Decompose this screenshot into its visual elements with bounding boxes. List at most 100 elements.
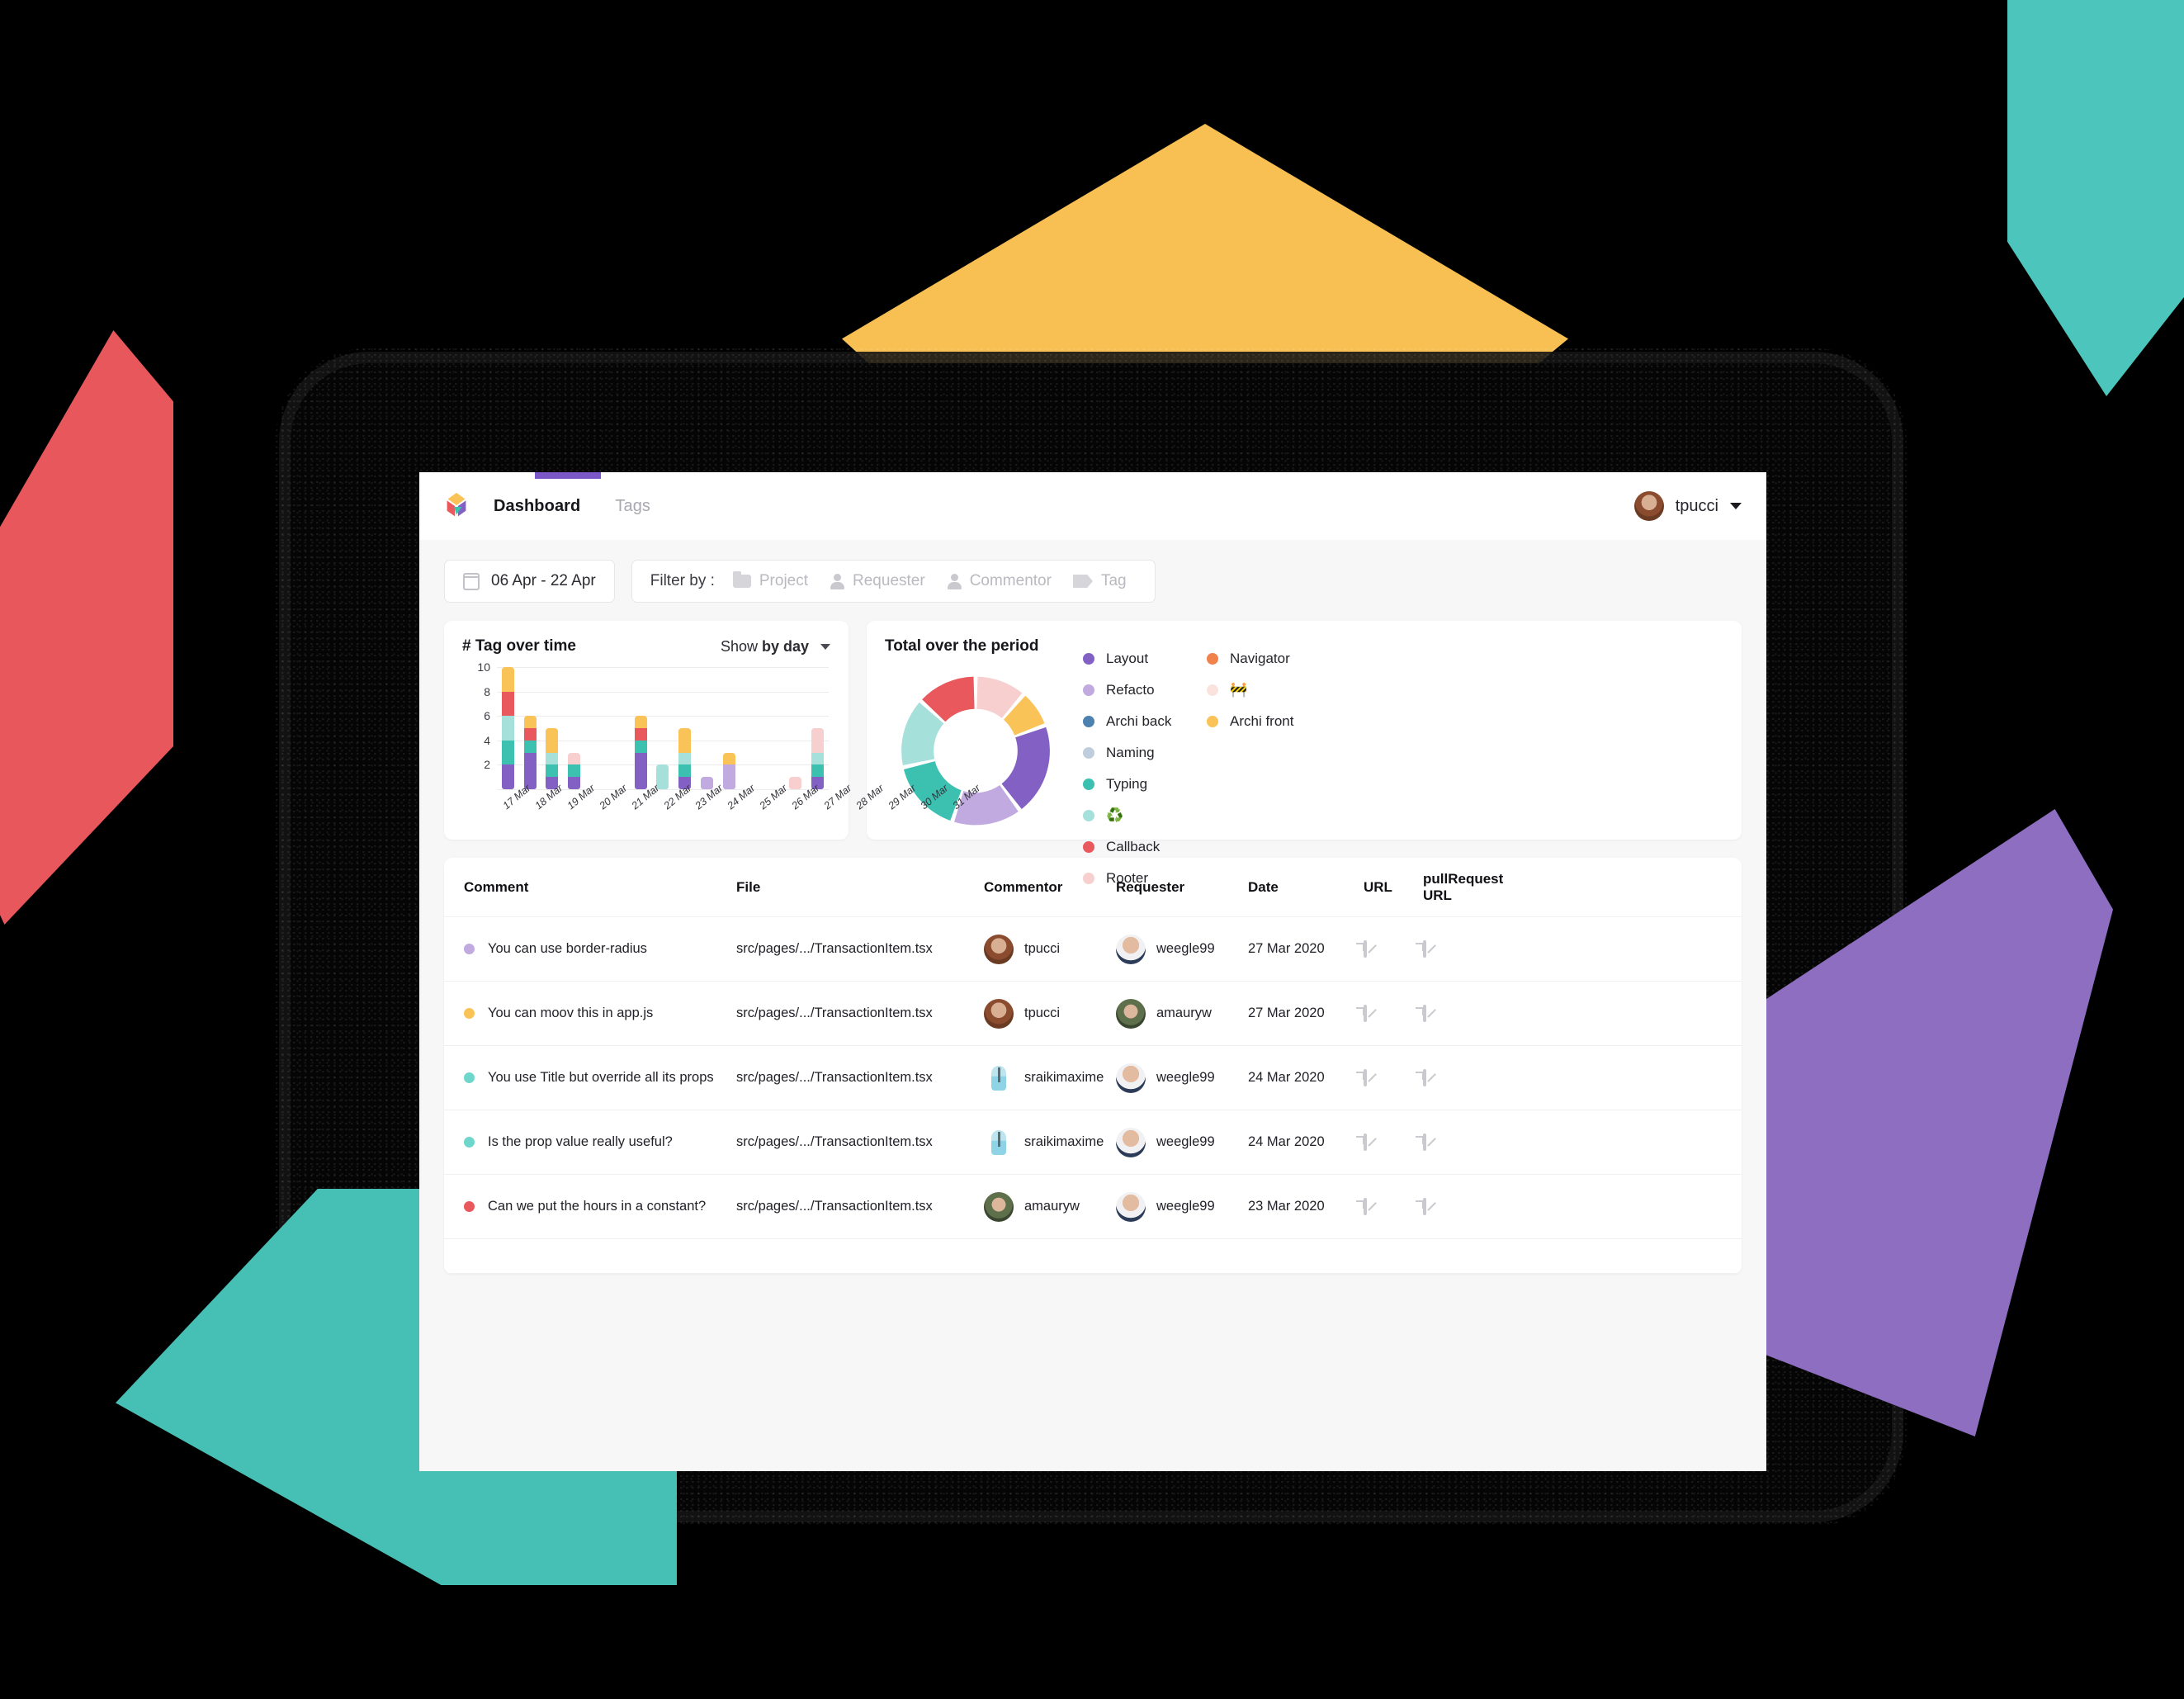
bar-slot[interactable] [696,667,718,789]
avatar [1116,1191,1146,1222]
filter-chip-requester[interactable]: Requester [830,572,925,590]
table-row[interactable]: You can moov this in app.js src/pages/..… [444,982,1742,1046]
stacked-bar[interactable] [656,764,669,789]
bar-segment [678,764,692,778]
cell-requester: amauryw [1116,998,1248,1029]
legend-item[interactable]: Naming [1083,745,1207,761]
show-by-dropdown[interactable]: Show by day [721,638,830,655]
external-link-icon[interactable] [1364,1197,1367,1215]
calendar-icon [463,572,480,590]
stacked-bar[interactable] [678,728,692,789]
table-row[interactable]: Is the prop value really useful? src/pag… [444,1110,1742,1175]
table-row[interactable]: You use Title but override all its props… [444,1046,1742,1110]
donut-svg [901,676,1050,826]
stacked-bar[interactable] [546,728,559,789]
filter-chip-tag[interactable]: Tag [1072,572,1127,590]
bar-slot[interactable] [541,667,564,789]
date-range-value: 06 Apr - 22 Apr [491,572,596,589]
donut-slice[interactable] [1001,726,1050,810]
bar-slot[interactable] [740,667,763,789]
table-row[interactable]: You can use border-radius src/pages/.../… [444,917,1742,982]
legend-item[interactable]: Callback [1083,839,1207,855]
bar-slot[interactable] [585,667,607,789]
legend-item[interactable]: Refacto [1083,682,1207,698]
legend-label: Archi back [1106,713,1172,729]
y-axis-tick: 8 [484,684,490,698]
bar-segment [523,740,537,753]
legend-color-dot [1083,747,1094,759]
legend-color-dot [1083,841,1094,853]
show-by-label: Show by day [720,637,809,655]
nav-item-dashboard[interactable]: Dashboard [494,497,580,516]
bar-segment [501,667,514,692]
avatar [984,1062,1014,1093]
cell-commentor: tpucci [984,934,1116,964]
legend-spacer [1207,776,1331,793]
bar-slot[interactable] [718,667,740,789]
bar-slot[interactable] [806,667,829,789]
external-link-icon[interactable] [1423,1197,1426,1215]
legend-color-dot [1083,716,1094,727]
bar-slot[interactable] [784,667,806,789]
bar-slot[interactable] [674,667,696,789]
date-range-picker[interactable]: 06 Apr - 22 Apr [444,560,615,603]
stacked-bar[interactable] [811,728,825,789]
filter-chip-commentor[interactable]: Commentor [947,572,1052,590]
column-header-pr-url: pullRequest URL [1423,870,1504,903]
bar-slot[interactable] [607,667,630,789]
external-link-icon[interactable] [1364,1133,1367,1151]
bar-segment [722,764,735,789]
external-link-icon[interactable] [1364,939,1367,958]
bar-segment [501,716,514,741]
bar-slot[interactable] [563,667,585,789]
stacked-bar[interactable] [523,716,537,789]
legend-item[interactable]: Typing [1083,776,1207,793]
external-link-icon[interactable] [1364,1068,1367,1086]
external-link-icon[interactable] [1364,1004,1367,1022]
stacked-bar[interactable] [568,752,581,789]
bar-slot[interactable] [630,667,652,789]
bar-slot[interactable] [519,667,541,789]
legend-item[interactable]: 🚧 [1207,682,1331,698]
external-link-icon[interactable] [1423,1133,1426,1151]
external-link-icon[interactable] [1423,1068,1426,1086]
x-axis-slot: 31 Mar [947,782,982,812]
cell-comment: You use Title but override all its props [464,1070,736,1086]
legend-item[interactable]: ♻️ [1083,807,1207,824]
external-link-icon[interactable] [1423,1004,1426,1022]
bar-slot[interactable] [763,667,785,789]
legend-color-dot [1207,716,1218,727]
user-menu[interactable]: tpucci [1633,491,1742,521]
legend-item[interactable]: Navigator [1207,651,1331,667]
nav-item-tags[interactable]: Tags [615,497,650,516]
legend-item[interactable]: Archi back [1083,713,1207,730]
cell-url [1364,1197,1423,1215]
filter-by-label: Filter by : [650,572,715,589]
bar-slot[interactable] [497,667,519,789]
table-row-partial [444,1239,1742,1274]
cell-file: src/pages/.../TransactionItem.tsx [736,1199,933,1214]
bar-segment [634,752,647,789]
comments-table: Comment File Commentor Requester Date UR… [444,858,1742,1274]
legend-label: Naming [1106,745,1155,760]
table-row[interactable]: Can we put the hours in a constant? src/… [444,1175,1742,1239]
legend-label: 🚧 [1230,682,1248,698]
tag-color-dot [464,1008,475,1019]
requester-name: amauryw [1156,1006,1212,1020]
cell-file: src/pages/.../TransactionItem.tsx [736,941,933,956]
person-icon [830,574,845,589]
stacked-bar[interactable] [722,752,735,789]
external-link-icon[interactable] [1423,939,1426,958]
bar-segment [523,728,537,741]
filter-chip-project[interactable]: Project [732,571,808,590]
legend-item[interactable]: Layout [1083,651,1207,667]
legend-item[interactable]: Archi front [1207,713,1331,730]
cell-requester: weegle99 [1116,934,1248,964]
stacked-bar[interactable] [634,716,647,789]
requester-name: weegle99 [1156,1134,1215,1149]
bar-slot[interactable] [652,667,674,789]
stacked-bar[interactable] [789,777,802,789]
table-body: You can use border-radius src/pages/.../… [444,917,1742,1239]
stacked-bar[interactable] [501,667,514,789]
cube-logo-icon[interactable] [441,490,472,522]
